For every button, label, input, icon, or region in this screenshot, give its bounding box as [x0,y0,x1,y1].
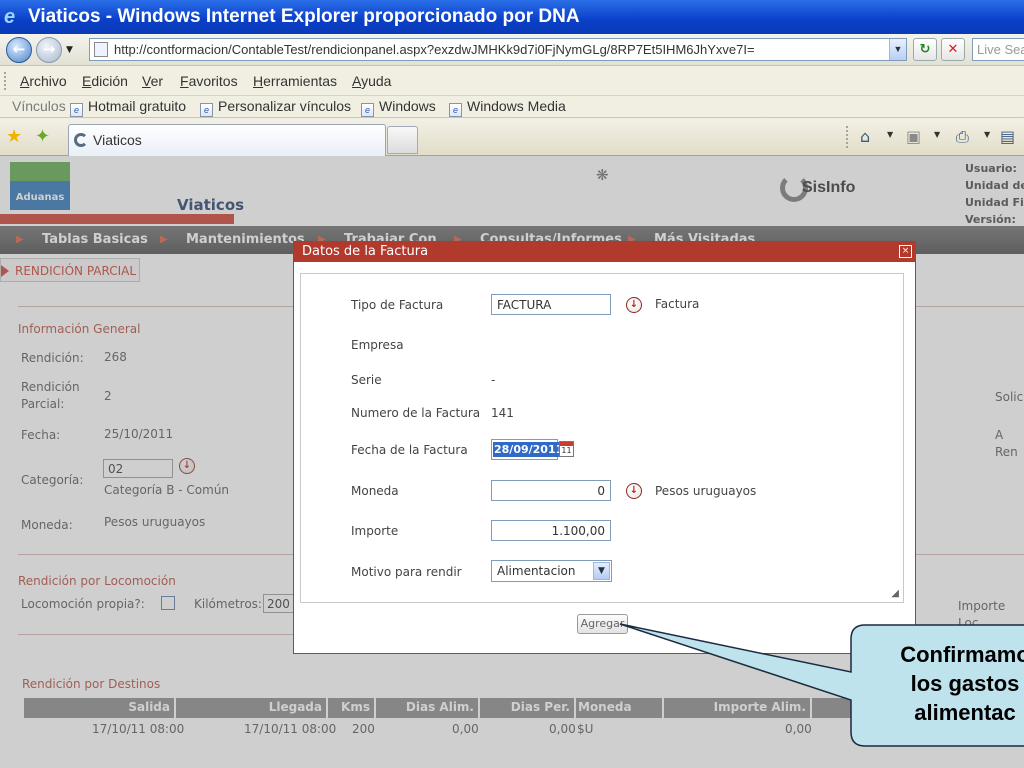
stop-icon[interactable]: ✕ [941,38,965,61]
menu-herramientas[interactable]: Herramientas [253,73,337,89]
forward-icon[interactable]: → [36,37,62,63]
toolbar-separator [846,126,848,148]
close-icon[interactable]: × [899,245,912,258]
numero-factura-value: 141 [491,406,514,420]
add-favorite-icon[interactable]: ✦ [35,126,50,147]
motivo-value: Alimentacion [497,564,576,578]
moneda-lookup-icon[interactable]: ↓ [626,483,642,499]
history-dropdown-icon[interactable]: ▼ [66,45,73,55]
motivo-select[interactable]: Alimentacion ▼ [491,560,612,582]
fecha-factura-label: Fecha de la Factura [351,443,468,457]
address-toolbar: ← → ▼ http://contformacion/ContableTest/… [0,34,1024,66]
importe-input[interactable]: 1.100,00 [491,520,611,541]
links-bar: Vínculos e Hotmail gratuito e Personalizar… [0,96,1024,118]
factura-dialog: Datos de la Factura × Tipo de Factura FA… [293,241,916,654]
menu-edicion[interactable]: Edición [82,73,128,89]
agregar-button[interactable]: Agregar [577,614,628,634]
tab-title: Viaticos [93,132,142,148]
back-icon[interactable]: ← [6,37,32,63]
fecha-factura-input[interactable]: 28/09/2011 [491,439,565,460]
link-personalizar-label: Personalizar vínculos [218,98,352,114]
print-dropdown-icon[interactable]: ▼ [984,130,990,139]
calendar-icon[interactable]: 11 [559,441,574,457]
tab-bar: ★ ✦ Viaticos ⌂ ▼ ▣ ▼ ⎙ ▼ ▤ [0,118,1024,156]
dialog-header: Datos de la Factura × [294,242,915,262]
window-title: Viaticos - Windows Internet Explorer pro… [28,6,580,27]
menu-favoritos[interactable]: Favoritos [180,73,238,89]
link-windows-label: Windows [379,98,436,114]
tipo-factura-input[interactable]: FACTURA [491,294,611,315]
page-menu-icon[interactable]: ▤ [1000,127,1015,146]
link-windows-media[interactable]: e Windows Media [449,98,566,117]
serie-label: Serie [351,373,382,387]
window-titlebar: e Viaticos - Windows Internet Explorer p… [0,0,1024,34]
links-label: Vínculos [12,98,66,114]
resize-grip-icon[interactable]: ◢ [891,588,899,599]
callout-line-3: alimentac [914,700,1016,725]
home-dropdown-icon[interactable]: ▼ [887,130,893,139]
link-personalizar[interactable]: e Personalizar vínculos [200,98,351,117]
feeds-icon[interactable]: ▣ [906,127,921,146]
ie-page-icon: e [449,103,462,117]
ie-page-icon: e [361,103,374,117]
tipo-factura-lookup-icon[interactable]: ↓ [626,297,642,313]
menu-archivo[interactable]: Archivo [20,73,67,89]
ie-page-icon: e [70,103,83,117]
link-hotmail[interactable]: e Hotmail gratuito [70,98,186,117]
dialog-title: Datos de la Factura [302,244,429,259]
moneda-desc: Pesos uruguayos [655,484,757,498]
menu-ayuda[interactable]: Ayuda [352,73,391,89]
ie-page-icon: e [200,103,213,117]
link-windows-media-label: Windows Media [467,98,566,114]
feeds-dropdown-icon[interactable]: ▼ [934,130,940,139]
serie-value: - [491,373,496,387]
home-icon[interactable]: ⌂ [860,127,870,146]
callout-line-2: los gastos [910,671,1020,696]
toolbar-grip [4,72,7,90]
empresa-label: Empresa [351,338,404,352]
address-url: http://contformacion/ContableTest/rendic… [114,42,755,57]
ie-logo-icon: e [4,6,16,28]
link-hotmail-label: Hotmail gratuito [88,98,187,114]
refresh-icon[interactable]: ↻ [913,38,937,61]
tipo-factura-label: Tipo de Factura [351,298,444,312]
menu-ver[interactable]: Ver [142,73,163,89]
motivo-label: Motivo para rendir [351,565,462,579]
moneda-label: Moneda [351,484,399,498]
favorites-star-icon[interactable]: ★ [6,126,22,147]
importe-label: Importe [351,524,399,538]
callout-text: Confirmamo los gastos alimentac [852,632,1024,746]
chevron-down-icon[interactable]: ▼ [593,562,610,580]
live-search-input[interactable]: Live Search [972,38,1024,61]
moneda-input[interactable]: 0 [491,480,611,501]
address-input[interactable]: http://contformacion/ContableTest/rendic… [89,38,907,61]
address-dropdown-icon[interactable]: ▼ [889,39,906,60]
page-icon [94,42,108,57]
link-windows[interactable]: e Windows [361,98,436,117]
new-tab-button[interactable] [387,126,418,154]
menu-bar: Archivo Edición Ver Favoritos Herramient… [0,66,1024,96]
tab-viaticos[interactable]: Viaticos [68,124,386,156]
loading-tab-icon [74,133,88,147]
tipo-factura-desc: Factura [655,297,700,311]
numero-factura-label: Numero de la Factura [351,406,481,420]
dialog-form: Tipo de Factura FACTURA ↓ Factura Empres… [300,273,904,603]
callout-line-1: Confirmamo [900,642,1024,667]
print-icon[interactable]: ⎙ [956,127,969,147]
fecha-factura-value: 28/09/2011 [493,442,565,457]
